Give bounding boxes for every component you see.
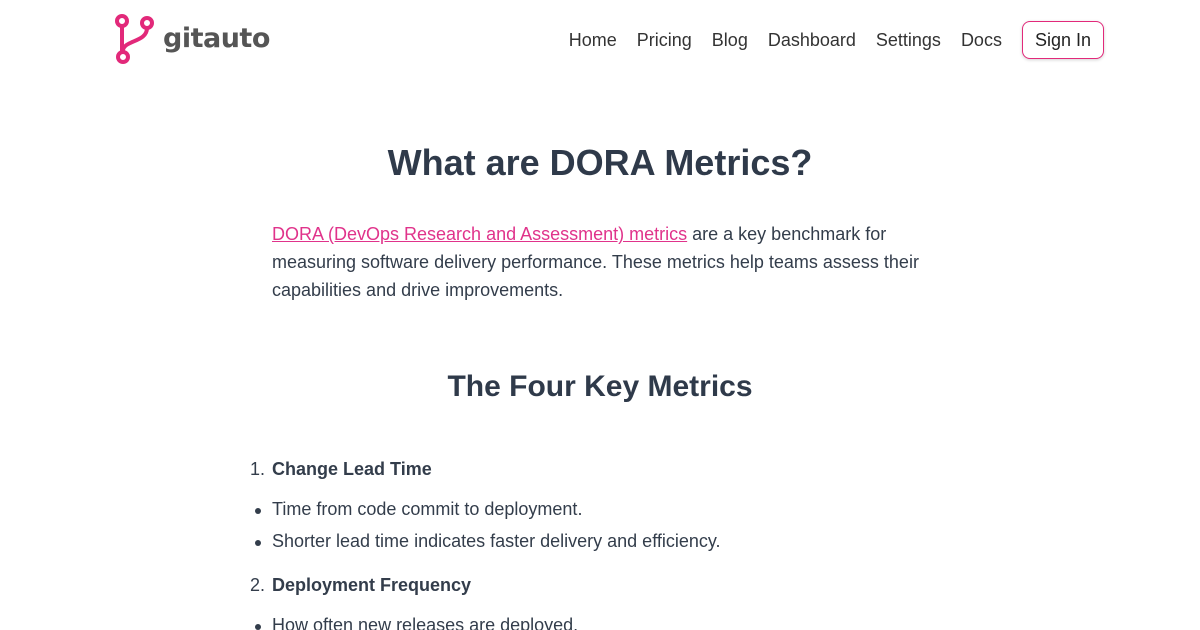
metric-title: Deployment Frequency	[272, 575, 472, 595]
git-branch-icon	[115, 14, 154, 64]
metric-number: 1.	[250, 459, 266, 479]
dora-link[interactable]: DORA (DevOps Research and Assessment) me…	[272, 224, 687, 244]
site-header: gitauto Home Pricing Blog Dashboard Sett…	[0, 0, 1200, 80]
list-item: Time from code commit to deployment.	[254, 499, 583, 519]
nav-dashboard[interactable]: Dashboard	[768, 21, 856, 59]
nav-pricing[interactable]: Pricing	[637, 21, 692, 59]
nav-docs[interactable]: Docs	[961, 21, 1002, 59]
section-title: The Four Key Metrics	[447, 370, 753, 403]
main-nav: Home Pricing Blog Dashboard Settings Doc…	[569, 21, 1104, 59]
metric-title: Change Lead Time	[272, 459, 432, 479]
metric-item-deployment-frequency: 2. Deployment Frequency	[250, 575, 471, 596]
sign-in-button[interactable]: Sign In	[1021, 21, 1104, 59]
list-item: Shorter lead time indicates faster deliv…	[255, 531, 721, 551]
list-item: How often new releases are deployed.	[254, 615, 578, 630]
intro-paragraph: DORA (DevOps Research and Assessment) me…	[272, 220, 928, 304]
page-title: What are DORA Metrics?	[387, 142, 813, 183]
brand-name: gitauto	[163, 22, 270, 54]
metric-number: 2.	[250, 575, 266, 595]
nav-blog[interactable]: Blog	[712, 21, 748, 59]
nav-settings[interactable]: Settings	[876, 21, 941, 59]
metric-item-change-lead-time: 1. Change Lead Time	[250, 459, 432, 480]
nav-home[interactable]: Home	[569, 21, 617, 59]
logo-link[interactable]: gitauto	[115, 14, 270, 64]
